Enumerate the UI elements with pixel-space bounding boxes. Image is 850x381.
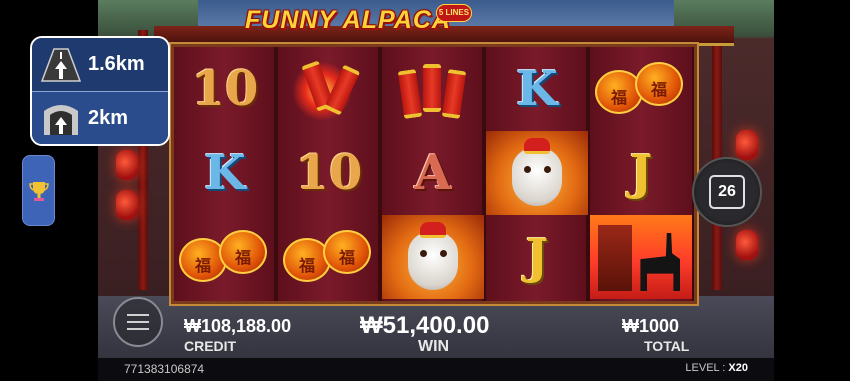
lines-badge: 5 LINES <box>436 4 472 22</box>
reel-3: A <box>382 47 484 301</box>
firecrackers-icon <box>393 56 473 122</box>
reel-5: 福 福 J <box>590 47 692 301</box>
symbol-K: K <box>486 47 588 131</box>
lantern-glyph: 福 <box>650 82 667 99</box>
navigation-overlay[interactable]: 1.6km 2km <box>30 36 170 146</box>
symbol-label: 10 <box>295 145 363 201</box>
game-stage: FUNNY ALPACA 5 LINES 10 K 福 福 10 福 福 A K… <box>0 0 850 381</box>
symbol-10: 10 <box>174 47 276 131</box>
symbol-firecracker-burst <box>278 47 380 131</box>
win-label: WIN <box>418 338 450 355</box>
level-label: LEVEL : <box>685 362 726 374</box>
reel-4: K J <box>486 47 588 301</box>
nav-row-top: 1.6km <box>32 38 168 91</box>
symbol-firecrackers <box>382 47 484 131</box>
credit-label: CREDIT <box>184 338 237 354</box>
total-value: ₩1000 <box>622 316 680 336</box>
symbol-label: J <box>629 145 653 201</box>
symbol-10: 10 <box>278 131 380 215</box>
symbol-K: K <box>174 131 276 215</box>
street-lantern <box>736 230 758 260</box>
alpaca-icon <box>398 218 468 296</box>
lanterns-icon: 福 福 <box>595 58 687 120</box>
trophy-tab[interactable] <box>22 155 55 226</box>
total-label: TOTAL <box>644 338 690 354</box>
footer-bar: 771383106874 LEVEL : X20 <box>98 358 774 381</box>
street-lantern <box>116 190 138 220</box>
ticket-id: 771383106874 <box>124 362 205 376</box>
symbol-J: J <box>486 215 588 299</box>
game-title: FUNNY ALPACA <box>245 6 451 34</box>
symbol-A: A <box>382 131 484 215</box>
symbol-label: A <box>414 145 452 201</box>
reel-1: 10 K 福 福 <box>174 47 276 301</box>
level-value: X20 <box>728 362 748 374</box>
street-lantern <box>116 150 138 180</box>
nav-row-bottom: 2km <box>32 92 168 144</box>
symbol-pagoda-sunset <box>590 215 692 299</box>
lantern-glyph: 福 <box>338 250 355 267</box>
win-value: ₩51,400.00 <box>360 312 490 339</box>
symbol-label: K <box>516 61 558 117</box>
symbol-alpaca <box>486 131 588 215</box>
lantern-glyph: 福 <box>234 250 251 267</box>
alpaca-icon <box>502 134 572 212</box>
symbol-J: J <box>590 131 692 215</box>
symbol-lanterns: 福 福 <box>590 47 692 131</box>
credit-value: ₩108,188.00 <box>184 316 292 336</box>
trophy-icon <box>28 181 49 201</box>
reel-2: 10 福 福 <box>278 47 380 301</box>
street-lantern <box>736 130 758 160</box>
tunnel-icon <box>40 101 82 137</box>
road-straight-icon <box>40 47 82 83</box>
spin-button[interactable]: 26 <box>692 157 762 227</box>
nav-distance-top: 1.6km <box>88 53 145 75</box>
lanterns-icon: 福 福 <box>179 226 271 288</box>
pagoda-icon <box>598 225 632 291</box>
stats-bar: ₩108,188.00 CREDIT ₩51,400.00 WIN ₩1000 … <box>0 308 850 358</box>
symbol-lanterns: 福 福 <box>174 215 276 299</box>
symbol-alpaca <box>382 215 484 299</box>
level-indicator: LEVEL : X20 <box>685 362 748 374</box>
symbol-label: K <box>204 145 246 201</box>
lanterns-icon: 福 福 <box>283 226 375 288</box>
firecracker-burst-icon <box>289 56 369 122</box>
alpaca-silhouette-icon <box>640 233 680 291</box>
symbol-label: J <box>525 229 549 285</box>
symbol-label: 10 <box>191 61 259 117</box>
spin-count: 26 <box>709 175 745 209</box>
symbol-lanterns: 福 福 <box>278 215 380 299</box>
nav-distance-bottom: 2km <box>88 107 129 129</box>
reel-grid: 10 K 福 福 10 福 福 A K J 福 福 J <box>171 44 697 304</box>
